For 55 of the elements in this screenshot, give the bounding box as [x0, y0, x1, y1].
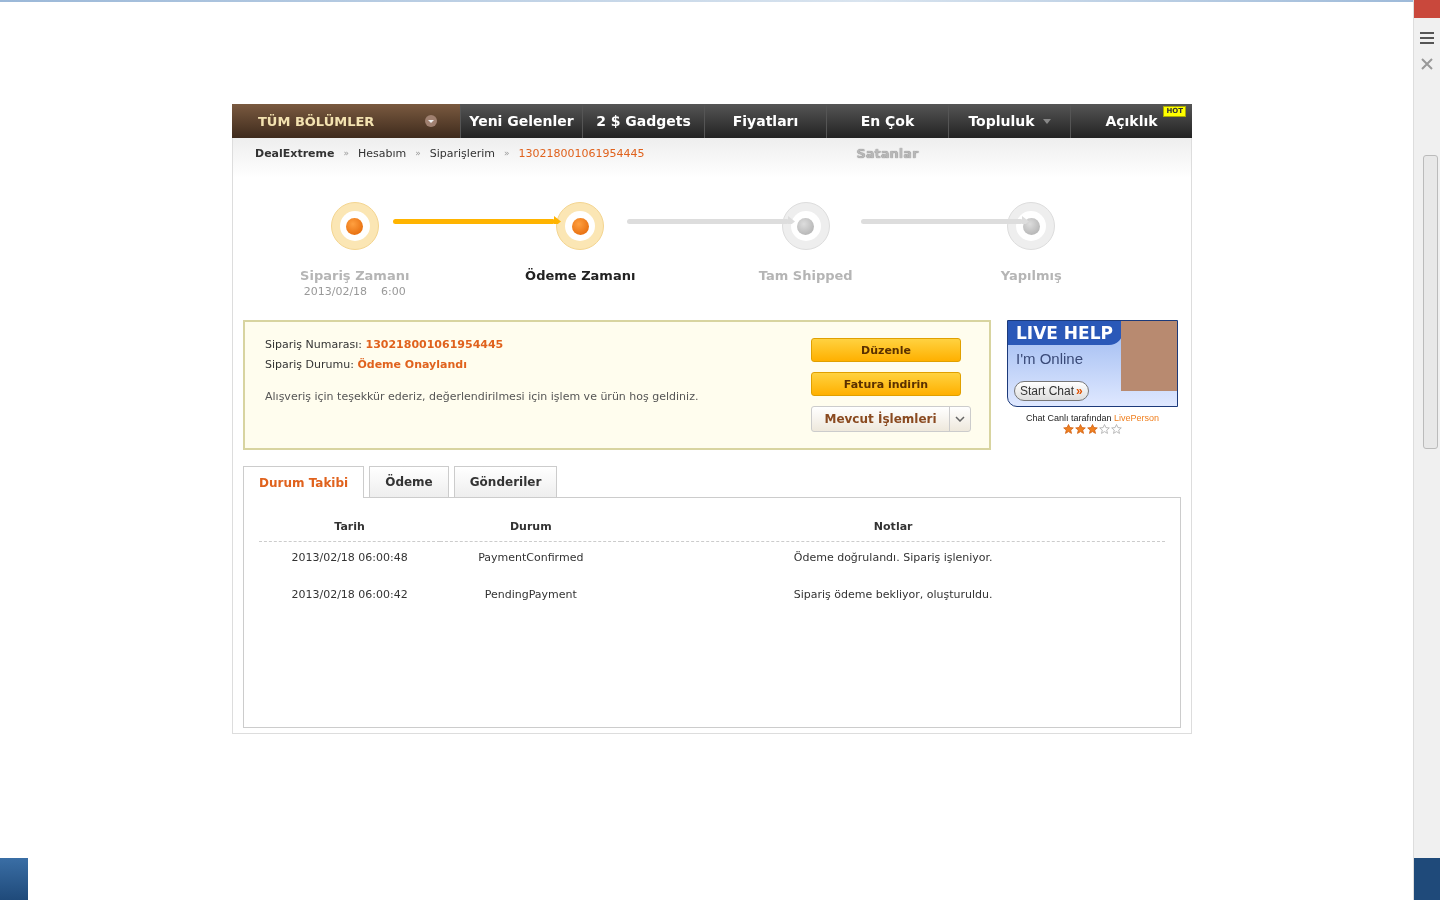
dropdown-circle-icon — [424, 114, 438, 128]
breadcrumb-link[interactable]: DealExtreme — [255, 146, 335, 160]
table-cell: PaymentConfirmed — [440, 541, 622, 579]
order-status-text: Sipariş Durumu: Ödeme Onaylandı — [265, 358, 468, 372]
star-icon — [1111, 424, 1122, 434]
breadcrumb-separator: » — [415, 148, 421, 158]
online-status-text: I'm Online — [1016, 350, 1084, 367]
nav-item-label: Açıklık — [1105, 113, 1158, 129]
close-icon[interactable] — [1421, 58, 1433, 70]
nav-item-label: En Çok — [860, 113, 915, 129]
actions-dropdown[interactable]: Mevcut İşlemleri — [811, 406, 971, 432]
step-label: Sipariş Zamanı — [300, 268, 410, 283]
start-button[interactable] — [0, 858, 28, 900]
close-button[interactable] — [1414, 0, 1440, 18]
breadcrumb-separator: » — [503, 148, 510, 158]
thank-you-message: Alışveriş için teşekkür ederiz, değerlendirilmesi için işlem ve ürün hoş geldiniz. — [265, 390, 699, 404]
nav-item-label: Fiyatları — [732, 113, 799, 129]
column-header: Notlar — [621, 514, 1165, 542]
star-icon — [1063, 424, 1074, 434]
star-icon — [1099, 424, 1110, 434]
photo-placeholder — [1121, 321, 1177, 391]
tab[interactable]: Durum Takibi — [243, 466, 365, 498]
nav-item-label: 2 $ Gadgets — [596, 113, 691, 129]
tab[interactable]: Ödeme — [369, 466, 449, 497]
step-label: Yapılmış — [1000, 268, 1062, 283]
column-header: Tarih — [259, 514, 441, 542]
table-cell-text: Sipariş ödeme bekliyor, oluşturuldu. — [792, 587, 994, 603]
star-icon — [1075, 424, 1086, 434]
breadcrumb-link[interactable]: Hesabım — [358, 146, 407, 160]
table-cell-text: PendingPayment — [483, 587, 578, 603]
column-header: Durum — [440, 514, 622, 542]
menu-icon[interactable] — [1420, 32, 1434, 44]
step-date: 2013/02/18 6:00 — [303, 285, 406, 298]
tab[interactable]: Gönderiler — [453, 466, 558, 497]
scrollbar-thumb[interactable] — [1423, 155, 1438, 449]
table-cell-text: 2013/02/18 06:00:42 — [290, 587, 409, 603]
all-sections-menu[interactable]: TÜM BÖLÜMLER — [232, 104, 460, 138]
live-help-banner[interactable]: LIVE HELP I'm Online Start Chat » — [1007, 320, 1178, 407]
step-label: Ödeme Zamanı — [525, 268, 636, 283]
star-icon — [1087, 424, 1098, 434]
nav-item-label: Topluluk — [968, 113, 1035, 129]
chevron-down-icon — [955, 416, 965, 422]
start-chat-button[interactable]: Start Chat » — [1014, 381, 1089, 401]
order-number-text: Sipariş Numarası: 130218001061954445 — [265, 338, 505, 352]
action-button[interactable]: Düzenle — [811, 338, 961, 362]
breadcrumb-link[interactable]: Siparişlerim — [429, 146, 495, 160]
step-label: Tam Shipped — [758, 268, 853, 283]
action-button[interactable]: Fatura indirin — [811, 372, 961, 396]
table-cell: 2013/02/18 06:00:48 — [259, 541, 441, 579]
chat-credit-text: Chat Canlı tarafından LivePerson — [1025, 413, 1160, 423]
nav-item-label: Yeni Gelenler — [469, 113, 574, 129]
live-help-title: LIVE HELP — [1016, 323, 1113, 343]
table-cell: Ödeme doğrulandı. Sipariş işleniyor. — [621, 541, 1165, 579]
breadcrumb-separator: » — [343, 148, 349, 158]
nav-item-overflow-text: Satanlar — [855, 146, 920, 161]
